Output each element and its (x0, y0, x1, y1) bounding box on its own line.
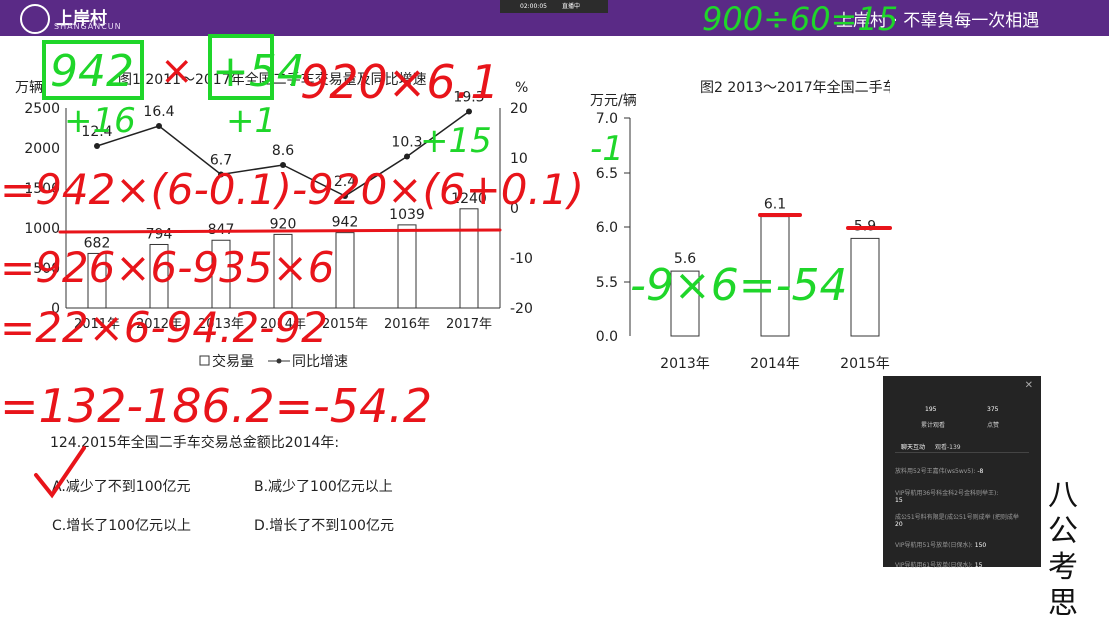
bar-value-label: 1240 (451, 191, 487, 207)
growth-point (94, 143, 100, 149)
chart2-title: 图2 2013～2017年全国二手车平均交易价格 (700, 79, 890, 96)
bar-volume (459, 208, 479, 309)
legend-bar-swatch (199, 355, 210, 366)
live-indicator: 02:00:05 直播中 (500, 0, 608, 13)
stat-viewers-label: 累计观看 (921, 422, 946, 429)
growth-point (218, 171, 224, 178)
growth-point (280, 162, 286, 168)
bar-value-label: 1039 (389, 207, 425, 223)
growth-value-label: 12.4 (81, 124, 112, 140)
live-status: 直播中 (562, 3, 581, 10)
chart1-left-unit: 万辆 (15, 80, 43, 96)
growth-value-label: 8.6 (272, 143, 294, 159)
chat-panel: ✕ 195 累计观看 375 点赞 聊天互动 观看-139 放料用52号王嘉伟(… (883, 376, 1041, 569)
x-tick-label: 2014年 (260, 317, 306, 332)
chat-message: 成公51号料有限是(成公51号则成举 (把则成举 20 (895, 514, 1019, 528)
bar-volume (335, 232, 355, 309)
bar-price (760, 216, 790, 337)
bar-volume (397, 224, 417, 309)
y-tick-label: 6.5 (596, 166, 618, 182)
chat-divider (895, 452, 1029, 453)
chart1-title: 图1 2011～2017年全国二手车交易量及同比增速 (118, 71, 427, 88)
y-right-tick-label: -10 (510, 251, 533, 267)
stat-viewers-value: 195 (925, 406, 937, 413)
bar-value-label: 794 (146, 226, 173, 242)
y-left-tick-label: 1000 (24, 221, 60, 237)
tab-chat[interactable]: 聊天互动 (901, 442, 925, 451)
bar-volume (149, 243, 169, 309)
x-tick-label: 2017年 (446, 317, 492, 332)
x-tick-label: 2012年 (136, 317, 182, 332)
y-left-tick-label: 2000 (24, 141, 60, 157)
x-tick-label: 2016年 (384, 317, 430, 332)
question-stem: 124.2015年全国二手车交易总金额比2014年: (50, 435, 340, 451)
chart1-right-unit: % (515, 80, 528, 96)
option-d[interactable]: D.增长了不到100亿元 (254, 515, 394, 535)
bar-value-label: 682 (84, 235, 111, 251)
x-tick-label: 2014年 (750, 356, 800, 372)
bar-value-label: 6.1 (764, 197, 786, 213)
chart2-unit: 万元/辆 (590, 93, 637, 109)
x-tick-label: 2011年 (74, 317, 120, 332)
slogan: 上岸村 · 不辜負每一次相遇 (836, 11, 1040, 31)
stat-likes-label: 点赞 (987, 422, 1000, 429)
chat-message: VIP导航用36号科金科2号金科则举王): 15 (895, 490, 999, 504)
legend-line-marker (276, 358, 282, 364)
option-b[interactable]: B.减少了100亿元以上 (254, 476, 393, 496)
annotation-red: =132-186.2=-54.2 (0, 379, 432, 433)
y-right-tick-label: 0 (510, 201, 519, 217)
growth-point (342, 193, 348, 199)
bar-volume (211, 239, 231, 309)
chart-trade-volume: 万辆 图1 2011～2017年全国二手车交易量及同比增速 % 25002000… (15, 71, 533, 370)
legend-line-label: 同比增速 (292, 354, 348, 370)
y-right-tick-label: -20 (510, 301, 533, 317)
y-tick-label: 0.0 (596, 329, 618, 345)
chat-message: 放料用52号王嘉伟(ws5wv5): -8 (895, 468, 984, 475)
x-tick-label: 2013年 (198, 317, 244, 332)
y-right-tick-label: 20 (510, 101, 528, 117)
brand-logo-icon (20, 4, 50, 34)
stat-likes-value: 375 (987, 406, 999, 413)
growth-value-label: 16.4 (143, 104, 174, 120)
option-c[interactable]: C.增长了100亿元以上 (52, 515, 191, 535)
growth-value-label: 6.7 (210, 153, 232, 169)
tab-viewers[interactable]: 观看-139 (935, 442, 961, 451)
growth-value-label: 2.4 (334, 174, 356, 190)
watermark-logo: 八公考思 (1048, 478, 1078, 621)
bar-value-label: 5.9 (854, 218, 876, 234)
chat-message: VIP导航用61号放单(日保水): 15 (895, 562, 983, 569)
brand-subtitle: SHANGANCUN (54, 22, 122, 31)
option-a[interactable]: A.减少了不到100亿元 (52, 476, 191, 496)
close-icon[interactable]: ✕ (1025, 380, 1033, 391)
growth-point (466, 108, 472, 115)
bar-value-label: 942 (332, 215, 359, 231)
bar-value-label: 5.6 (674, 251, 696, 267)
chart-average-price: 图2 2013～2017年全国二手车平均交易价格 万元/辆 7.0 6.5 6.0 5… (590, 79, 890, 372)
bar-value-label: 847 (208, 222, 235, 238)
growth-point (404, 153, 410, 160)
growth-value-label: 19.3 (453, 90, 484, 106)
legend-bar-label: 交易量 (212, 353, 254, 370)
y-right-tick-label: 10 (510, 151, 528, 167)
y-tick-label: 6.0 (596, 220, 618, 236)
bar-value-label: 920 (270, 216, 297, 232)
x-tick-label: 2015年 (840, 356, 890, 372)
x-tick-label: 2015年 (322, 317, 368, 332)
bar-price (670, 270, 700, 337)
bar-volume (87, 252, 107, 309)
y-tick-label: 5.5 (596, 275, 618, 291)
y-left-tick-label: 2500 (24, 101, 60, 117)
y-left-tick-label: 0 (51, 301, 60, 317)
y-left-tick-label: 1500 (24, 181, 60, 197)
y-tick-label: 7.0 (596, 111, 618, 127)
bar-volume (273, 233, 293, 309)
x-tick-label: 2013年 (660, 356, 710, 372)
live-time: 02:00:05 (520, 3, 547, 10)
y-left-tick-label: 500 (33, 261, 60, 277)
growth-value-label: 10.3 (391, 135, 422, 151)
growth-point (156, 123, 162, 129)
bar-price (850, 237, 880, 337)
chat-message: VIP导航用51号放单(日保水): 150 (895, 542, 987, 549)
